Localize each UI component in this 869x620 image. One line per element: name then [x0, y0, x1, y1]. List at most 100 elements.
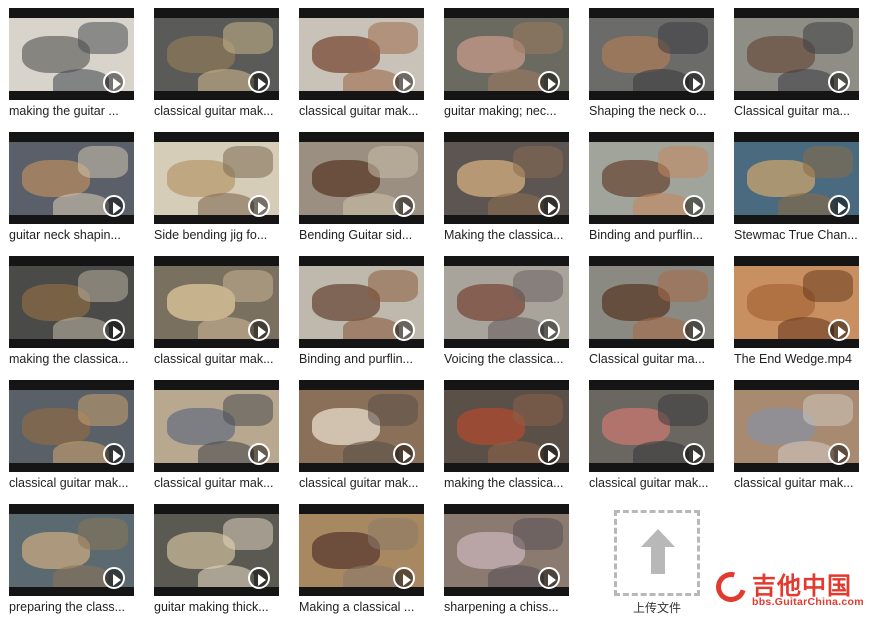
video-thumbnail[interactable]: [734, 380, 859, 472]
logo-site: bbs.GuitarChina.com: [752, 596, 864, 608]
video-tile[interactable]: classical guitar mak...: [154, 8, 299, 118]
play-icon[interactable]: [683, 71, 705, 93]
video-tile[interactable]: Binding and purflin...: [299, 256, 444, 366]
video-caption: Binding and purflin...: [299, 352, 413, 366]
video-tile[interactable]: Shaping the neck o...: [589, 8, 734, 118]
play-icon[interactable]: [248, 71, 270, 93]
play-icon[interactable]: [248, 195, 270, 217]
video-tile[interactable]: preparing the class...: [9, 504, 154, 614]
video-thumbnail[interactable]: [154, 504, 279, 596]
video-thumbnail[interactable]: [589, 8, 714, 100]
play-icon[interactable]: [538, 567, 560, 589]
play-icon[interactable]: [683, 443, 705, 465]
play-icon[interactable]: [103, 71, 125, 93]
video-tile[interactable]: making the guitar ...: [9, 8, 154, 118]
video-thumbnail[interactable]: [154, 8, 279, 100]
video-tile[interactable]: classical guitar mak...: [154, 256, 299, 366]
video-tile[interactable]: classical guitar mak...: [9, 380, 154, 490]
video-thumbnail[interactable]: [734, 132, 859, 224]
video-tile[interactable]: Bending Guitar sid...: [299, 132, 444, 242]
video-thumbnail[interactable]: [444, 504, 569, 596]
video-tile[interactable]: classical guitar mak...: [299, 380, 444, 490]
video-caption: Shaping the neck o...: [589, 104, 707, 118]
video-caption: Making a classical ...: [299, 600, 415, 614]
video-thumbnail[interactable]: [9, 504, 134, 596]
video-thumbnail[interactable]: [154, 256, 279, 348]
video-thumbnail[interactable]: [154, 380, 279, 472]
video-thumbnail[interactable]: [444, 256, 569, 348]
video-caption: classical guitar mak...: [299, 104, 419, 118]
video-tile[interactable]: classical guitar mak...: [734, 380, 869, 490]
play-icon[interactable]: [103, 567, 125, 589]
video-tile[interactable]: sharpening a chiss...: [444, 504, 589, 614]
video-thumbnail[interactable]: [9, 132, 134, 224]
guitarchina-logo: 吉他中国 bbs.GuitarChina.com: [710, 566, 866, 612]
video-thumbnail[interactable]: [444, 132, 569, 224]
play-icon[interactable]: [393, 195, 415, 217]
video-thumbnail[interactable]: [589, 380, 714, 472]
video-caption: classical guitar mak...: [589, 476, 709, 490]
video-tile[interactable]: Binding and purflin...: [589, 132, 734, 242]
video-thumbnail[interactable]: [299, 256, 424, 348]
video-thumbnail[interactable]: [299, 504, 424, 596]
video-tile[interactable]: Stewmac True Chan...: [734, 132, 869, 242]
play-icon[interactable]: [538, 195, 560, 217]
play-icon[interactable]: [248, 567, 270, 589]
video-caption: Bending Guitar sid...: [299, 228, 413, 242]
video-thumbnail[interactable]: [299, 8, 424, 100]
video-thumbnail[interactable]: [734, 8, 859, 100]
video-thumbnail[interactable]: [444, 8, 569, 100]
play-icon[interactable]: [393, 319, 415, 341]
play-icon[interactable]: [538, 71, 560, 93]
play-icon[interactable]: [103, 195, 125, 217]
play-icon[interactable]: [393, 443, 415, 465]
video-grid: making the guitar ... classical guitar ma…: [0, 0, 869, 620]
video-tile[interactable]: Side bending jig fo...: [154, 132, 299, 242]
video-tile[interactable]: Making the classica...: [444, 132, 589, 242]
play-icon[interactable]: [683, 195, 705, 217]
video-thumbnail[interactable]: [299, 380, 424, 472]
video-thumbnail[interactable]: [9, 8, 134, 100]
play-icon[interactable]: [248, 319, 270, 341]
play-icon[interactable]: [393, 567, 415, 589]
video-caption: sharpening a chiss...: [444, 600, 559, 614]
video-thumbnail[interactable]: [299, 132, 424, 224]
play-icon[interactable]: [828, 71, 850, 93]
video-tile[interactable]: guitar making thick...: [154, 504, 299, 614]
video-caption: guitar making; nec...: [444, 104, 557, 118]
video-tile[interactable]: classical guitar mak...: [154, 380, 299, 490]
upload-file-button[interactable]: [614, 510, 700, 596]
video-thumbnail[interactable]: [9, 380, 134, 472]
video-thumbnail[interactable]: [154, 132, 279, 224]
play-icon[interactable]: [538, 443, 560, 465]
video-caption: guitar making thick...: [154, 600, 269, 614]
video-tile[interactable]: classical guitar mak...: [299, 8, 444, 118]
play-icon[interactable]: [828, 443, 850, 465]
video-tile[interactable]: Classical guitar ma...: [589, 256, 734, 366]
video-tile[interactable]: making the classica...: [9, 256, 154, 366]
play-icon[interactable]: [103, 319, 125, 341]
play-icon[interactable]: [103, 443, 125, 465]
video-tile[interactable]: guitar neck shapin...: [9, 132, 154, 242]
video-thumbnail[interactable]: [589, 256, 714, 348]
video-tile[interactable]: The End Wedge.mp4: [734, 256, 869, 366]
video-caption: The End Wedge.mp4: [734, 352, 852, 366]
video-tile[interactable]: guitar making; nec...: [444, 8, 589, 118]
video-tile[interactable]: Classical guitar ma...: [734, 8, 869, 118]
video-caption: Voicing the classica...: [444, 352, 564, 366]
play-icon[interactable]: [828, 319, 850, 341]
video-tile[interactable]: making the classica...: [444, 380, 589, 490]
video-tile[interactable]: Making a classical ...: [299, 504, 444, 614]
video-thumbnail[interactable]: [734, 256, 859, 348]
video-thumbnail[interactable]: [444, 380, 569, 472]
play-icon[interactable]: [828, 195, 850, 217]
video-caption: classical guitar mak...: [154, 352, 274, 366]
video-tile[interactable]: Voicing the classica...: [444, 256, 589, 366]
video-tile[interactable]: classical guitar mak...: [589, 380, 734, 490]
play-icon[interactable]: [393, 71, 415, 93]
play-icon[interactable]: [683, 319, 705, 341]
play-icon[interactable]: [538, 319, 560, 341]
video-thumbnail[interactable]: [589, 132, 714, 224]
play-icon[interactable]: [248, 443, 270, 465]
video-thumbnail[interactable]: [9, 256, 134, 348]
